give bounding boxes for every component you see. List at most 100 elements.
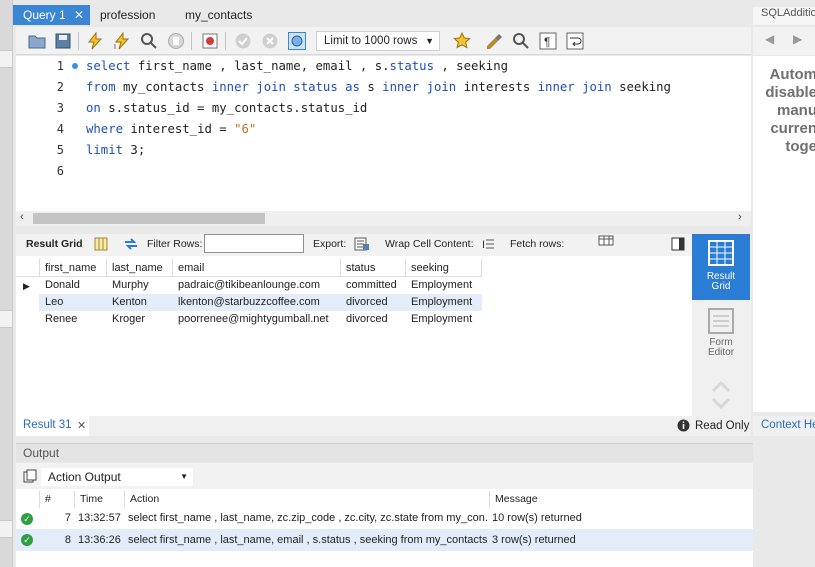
result-tab-label: Result 31: [23, 419, 72, 431]
forward-arrow-icon[interactable]: ▶: [793, 32, 802, 46]
copy-icon[interactable]: [23, 469, 37, 483]
left-panel-handle[interactable]: [0, 310, 12, 328]
scroll-left-icon[interactable]: ‹: [20, 211, 24, 223]
grid-columns-icon[interactable]: [94, 237, 108, 251]
sql-editor-toolbar: I Limit to 1000 rows ▼ ¶: [16, 27, 751, 55]
save-icon[interactable]: [54, 32, 72, 50]
output-title: Output: [23, 446, 60, 460]
left-panel-strip: [0, 0, 13, 567]
commit-icon[interactable]: [234, 32, 252, 50]
stop-icon[interactable]: [167, 32, 185, 50]
sql-additions-nav: ◀ ▶: [753, 27, 815, 55]
context-help-tab[interactable]: Context Help: [753, 416, 815, 436]
grid-cell[interactable]: Kenton: [107, 294, 147, 311]
invisible-chars-icon[interactable]: ¶: [539, 32, 557, 50]
sql-editor[interactable]: 1 select first_name , last_name, email , …: [16, 56, 751, 211]
tab-label: my_contacts: [185, 8, 253, 22]
code-line[interactable]: from my_contacts inner join status as s …: [86, 80, 671, 94]
grid-cell[interactable]: Donald: [40, 277, 80, 294]
toggle-error-icon[interactable]: [201, 32, 219, 50]
code-line[interactable]: select first_name , last_name, email , s…: [86, 59, 508, 73]
fetch-rows-icon[interactable]: [598, 235, 616, 249]
form-editor-view-button[interactable]: Form Editor: [692, 304, 750, 364]
grid-cell[interactable]: Renee: [40, 311, 77, 328]
execute-icon[interactable]: [86, 32, 104, 50]
filter-rows-input[interactable]: [204, 234, 304, 253]
grid-cell[interactable]: committed: [341, 277, 397, 294]
sql-text: first_name , last_name, email , s.: [130, 59, 390, 73]
output-column-time[interactable]: Time: [75, 491, 125, 508]
chevron-up-down-icon[interactable]: [710, 379, 732, 411]
left-panel-handle[interactable]: [0, 520, 12, 538]
open-folder-icon[interactable]: [28, 32, 46, 50]
column-header-seeking[interactable]: seeking: [406, 259, 482, 277]
beautify-icon[interactable]: [453, 32, 471, 50]
grid-cell[interactable]: Leo: [40, 294, 63, 311]
grid-cell[interactable]: poorrenee@mightygumball.net: [173, 311, 329, 328]
rollback-icon[interactable]: [261, 32, 279, 50]
grid-cell[interactable]: Kroger: [107, 311, 145, 328]
sql-additions-text-line: toge: [785, 138, 815, 155]
close-icon[interactable]: ✕: [77, 419, 86, 432]
close-icon[interactable]: ✕: [74, 5, 84, 25]
back-arrow-icon[interactable]: ◀: [765, 32, 774, 46]
editor-horizontal-scrollbar[interactable]: ‹ ›: [16, 211, 751, 226]
output-cell: 13:32:57: [78, 512, 121, 524]
filter-rows-label: Filter Rows:: [147, 238, 203, 250]
output-toolbar: Action Output ▼: [16, 463, 815, 489]
grid-cell[interactable]: Employment: [406, 311, 472, 328]
column-header-first-name[interactable]: first_name: [40, 259, 107, 277]
left-panel-handle[interactable]: [0, 50, 12, 68]
tab-query-1[interactable]: Query 1 ✕: [13, 5, 90, 25]
scroll-right-icon[interactable]: ›: [738, 211, 742, 223]
explain-icon[interactable]: [140, 32, 158, 50]
column-header-status[interactable]: status: [341, 259, 406, 277]
tab-my-contacts[interactable]: my_contacts: [175, 5, 270, 25]
toggle-side-panel-icon[interactable]: [671, 237, 685, 251]
output-type-select[interactable]: Action Output ▼: [41, 468, 193, 486]
result-side-panel: Result Grid Form Editor: [692, 234, 751, 416]
label-line: Editor: [707, 347, 735, 358]
column-header-last-name[interactable]: last_name: [107, 259, 173, 277]
form-icon: [708, 308, 734, 334]
sql-text: , seeking: [433, 59, 509, 73]
brush-icon[interactable]: [485, 32, 503, 50]
sql-additions-text-line: curren: [770, 120, 815, 137]
code-line[interactable]: limit 3;: [86, 143, 145, 157]
scrollbar-thumb[interactable]: [33, 213, 265, 224]
result-grid-view-button[interactable]: Result Grid: [692, 234, 750, 300]
tab-result-31[interactable]: Result 31 ✕: [16, 416, 89, 436]
grid-cell[interactable]: divorced: [341, 294, 388, 311]
limit-rows-select[interactable]: Limit to 1000 rows ▼: [316, 31, 440, 51]
grid-cell[interactable]: lkenton@starbuzzcoffee.com: [173, 294, 320, 311]
column-header-email[interactable]: email: [173, 259, 341, 277]
autocommit-icon[interactable]: [288, 32, 306, 50]
sql-additions-text-line: Autom: [769, 66, 815, 83]
find-icon[interactable]: [512, 32, 530, 50]
tab-profession[interactable]: profession: [90, 5, 175, 25]
grid-cell[interactable]: padraic@tikibeanlounge.com: [173, 277, 320, 294]
code-line[interactable]: on s.status_id = my_contacts.status_id: [86, 101, 367, 115]
grid-cell[interactable]: Employment: [406, 294, 472, 311]
code-line[interactable]: where interest_id = "6": [86, 122, 256, 136]
wrap-icon[interactable]: [566, 32, 584, 50]
refresh-icon[interactable]: [123, 237, 139, 251]
sql-text: seeking: [611, 80, 671, 94]
export-label: Export:: [313, 238, 347, 250]
output-column-action[interactable]: Action: [125, 491, 490, 508]
output-table: # Time Action Message ✓ 7 13:32:57 selec…: [16, 489, 815, 567]
grid-cell[interactable]: Murphy: [107, 277, 149, 294]
sql-keyword: where: [86, 122, 124, 136]
output-column-number[interactable]: #: [40, 491, 75, 508]
output-type-label: Action Output: [48, 470, 121, 484]
export-icon[interactable]: [354, 237, 370, 251]
limit-rows-label: Limit to 1000 rows: [324, 35, 418, 47]
execute-current-icon[interactable]: I: [113, 32, 131, 50]
wrap-cell-icon[interactable]: I: [481, 237, 495, 251]
grid-cell[interactable]: Employment: [406, 277, 472, 294]
sql-additions-text-line: manu: [776, 102, 815, 119]
output-cell: 3 row(s) returned: [492, 534, 576, 546]
result-tab-bar: Result 31 ✕ Read Only: [16, 416, 751, 436]
grid-cell[interactable]: divorced: [341, 311, 388, 328]
line-number: 4: [56, 122, 64, 136]
